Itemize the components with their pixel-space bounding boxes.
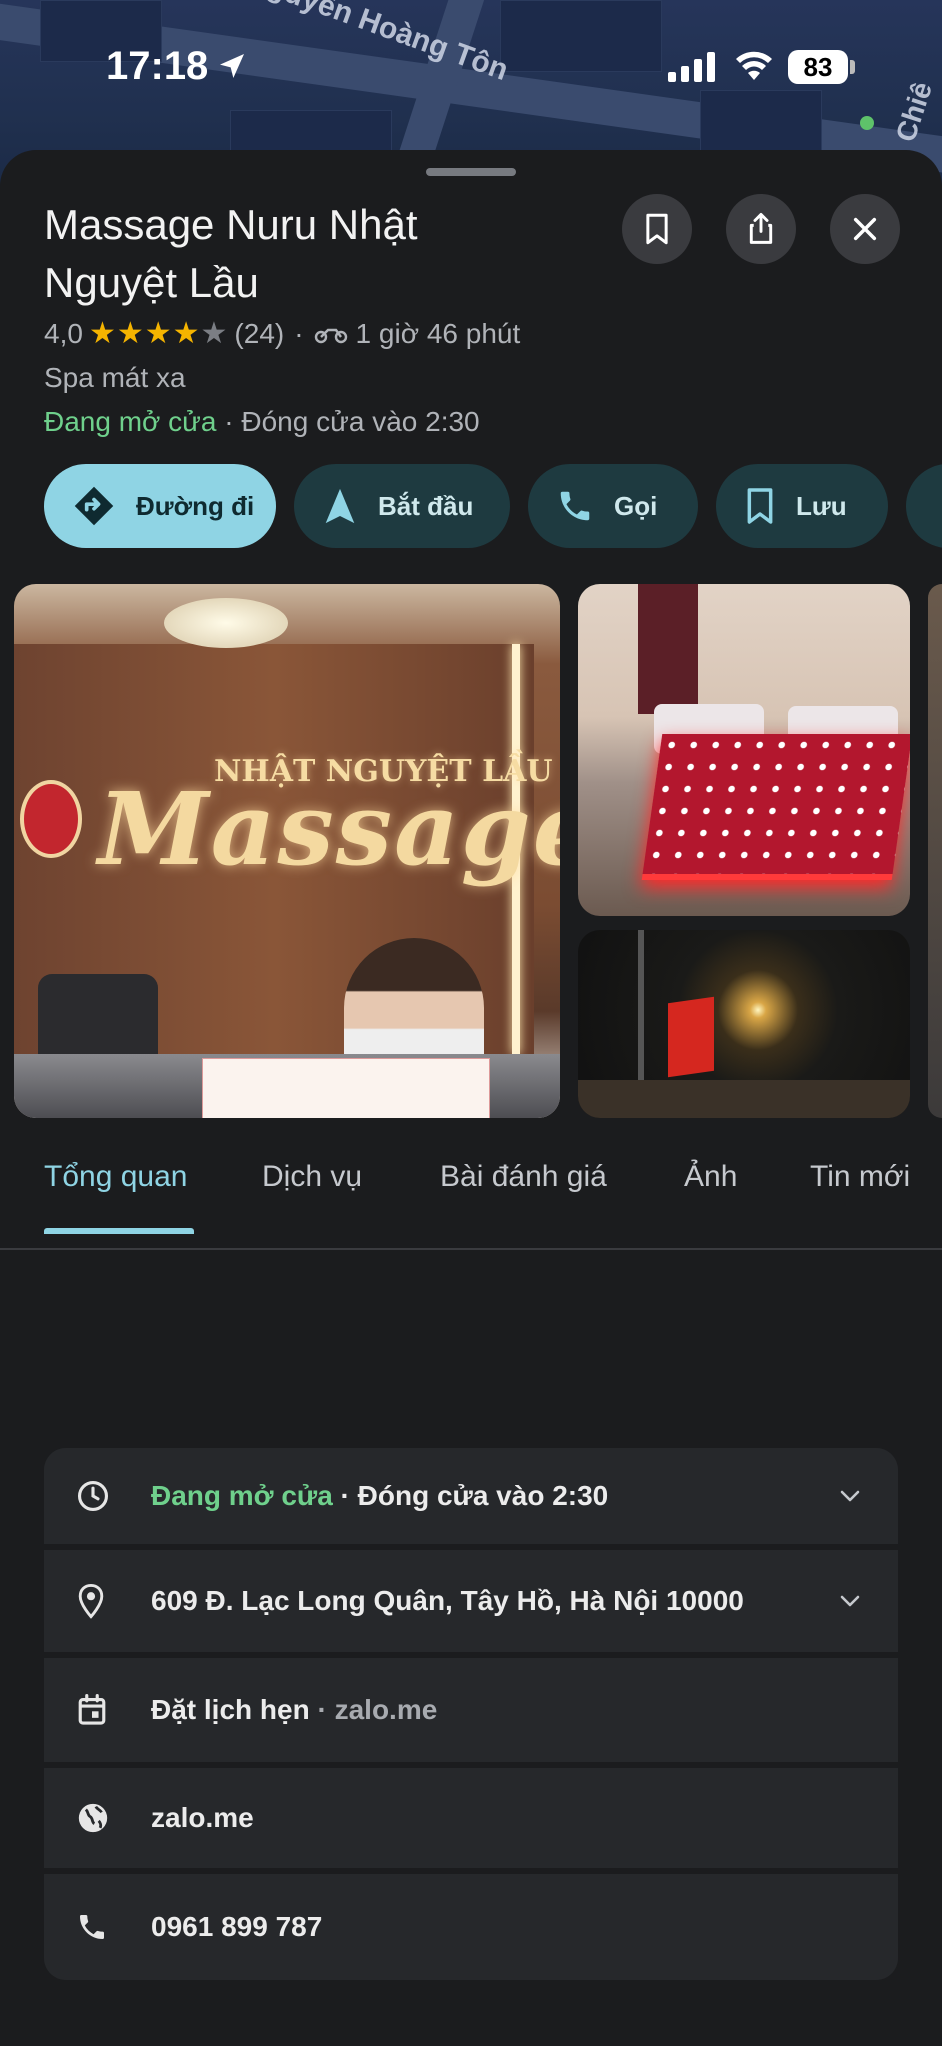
photo-lamp <box>164 598 288 648</box>
place-title-line1: Massage Nuru Nhật <box>44 201 418 248</box>
tab-reviews[interactable]: Bài đánh giá <box>440 1160 607 1194</box>
cellular-signal-icon <box>668 52 715 82</box>
place-title: Massage Nuru Nhật Nguyệt Lầu <box>44 196 604 312</box>
battery-indicator: 83 <box>788 50 848 84</box>
open-status: Đang mở cửa <box>44 406 217 437</box>
tab-bar: Tổng quan Dịch vụ Bài đánh giá Ảnh Tin m… <box>0 1160 942 1250</box>
hours-text: Đang mở cửa · Đóng cửa vào 2:30 <box>151 1480 608 1512</box>
address-text: 609 Đ. Lạc Long Quân, Tây Hồ, Hà Nội 100… <box>151 1585 744 1616</box>
start-button[interactable]: Bắt đầu <box>294 464 510 548</box>
calendar-icon <box>78 1694 106 1725</box>
booking-label: Đặt lịch hẹn <box>151 1694 310 1725</box>
close-time: Đóng cửa vào 2:30 <box>241 406 480 437</box>
call-button[interactable]: Gọi <box>528 464 698 548</box>
photo-flag <box>668 996 714 1078</box>
directions-label: Đường đi <box>136 490 255 521</box>
travel-time: 1 giờ 46 phút <box>355 317 521 349</box>
separator-dot: · <box>224 406 242 437</box>
place-sheet: Massage Nuru Nhật Nguyệt Lầu 4,0 ★★★★★ (… <box>0 150 942 2046</box>
hours-close-time: · Đóng cửa vào 2:30 <box>332 1480 609 1511</box>
location-pin-icon <box>78 1583 104 1619</box>
photo-pole <box>638 930 644 1080</box>
bookmark-icon <box>646 213 668 245</box>
chevron-down-icon <box>840 1595 860 1607</box>
info-card: Đang mở cửa · Đóng cửa vào 2:30 609 Đ. L… <box>44 1448 898 1980</box>
photo-bed <box>641 734 910 880</box>
call-label: Gọi <box>614 490 658 521</box>
save-chip-button[interactable]: Lưu <box>716 464 888 548</box>
photo-next-partial[interactable] <box>928 584 942 1118</box>
website-text: zalo.me <box>151 1802 254 1833</box>
status-time: 17:18 <box>106 44 209 88</box>
active-tab-indicator <box>44 1228 194 1234</box>
photo-exterior-night[interactable] <box>578 930 910 1118</box>
rating-stars: ★★★★★ <box>88 317 229 350</box>
phone-icon <box>80 1915 104 1939</box>
navigation-icon <box>325 488 355 524</box>
hours-row[interactable]: Đang mở cửa · Đóng cửa vào 2:30 <box>44 1448 898 1544</box>
start-label: Bắt đầu <box>378 490 474 521</box>
photo-door <box>638 584 698 714</box>
save-button[interactable] <box>622 194 692 264</box>
hours-summary: Đang mở cửa · Đóng cửa vào 2:30 <box>44 406 480 438</box>
photo-sign-text: Massage <box>98 770 560 888</box>
place-title-line2: Nguyệt Lầu <box>44 259 259 306</box>
photo-badge <box>20 780 82 858</box>
rating-value: 4,0 <box>44 317 83 349</box>
globe-icon <box>78 1803 108 1833</box>
clock-icon <box>77 1480 109 1512</box>
phone-text: 0961 899 787 <box>151 1911 323 1942</box>
save-label: Lưu <box>796 490 847 521</box>
separator-dot: · <box>294 317 304 349</box>
photo-room[interactable] <box>578 584 910 916</box>
bookmark-icon <box>747 488 773 524</box>
more-chip-button[interactable] <box>906 464 942 548</box>
share-icon <box>749 212 773 244</box>
motorbike-icon <box>314 328 347 343</box>
battery-cap <box>850 60 855 74</box>
close-button[interactable] <box>830 194 900 264</box>
place-category: Spa mát xa <box>44 362 186 393</box>
booking-text: Đặt lịch hẹn · zalo.me <box>151 1694 437 1726</box>
tab-services[interactable]: Dịch vụ <box>262 1160 362 1194</box>
action-chips: Đường đi Bắt đầu Gọi Lưu <box>44 464 942 550</box>
hours-open-status: Đang mở cửa <box>151 1480 333 1511</box>
rating-row[interactable]: 4,0 ★★★★★ (24) · 1 giờ 46 phút <box>44 316 520 351</box>
tab-photos[interactable]: Ảnh <box>684 1160 737 1194</box>
review-count: (24) <box>234 317 285 349</box>
website-row[interactable]: zalo.me <box>44 1768 898 1868</box>
location-arrow-icon <box>220 54 244 78</box>
tab-updates[interactable]: Tin mới <box>810 1160 910 1194</box>
tab-overview[interactable]: Tổng quan <box>44 1160 187 1194</box>
address-row[interactable]: 609 Đ. Lạc Long Quân, Tây Hồ, Hà Nội 100… <box>44 1550 898 1652</box>
close-icon <box>853 217 877 241</box>
directions-button[interactable]: Đường đi <box>44 464 276 548</box>
directions-icon <box>74 486 114 526</box>
photo-ground <box>578 1080 910 1118</box>
phone-icon <box>560 491 590 521</box>
share-button[interactable] <box>726 194 796 264</box>
booking-domain: · zalo.me <box>309 1694 438 1725</box>
booking-row[interactable]: Đặt lịch hẹn · zalo.me <box>44 1658 898 1762</box>
chevron-down-icon <box>840 1490 860 1502</box>
phone-row[interactable]: 0961 899 787 <box>44 1874 898 1980</box>
photo-price-sheet <box>202 1058 490 1118</box>
status-bar: 17:18 83 <box>0 0 942 140</box>
sheet-drag-handle[interactable] <box>426 168 516 176</box>
wifi-icon <box>736 51 772 80</box>
photo-reception[interactable]: NHẬT NGUYỆT LẦU Massage <box>14 584 560 1118</box>
